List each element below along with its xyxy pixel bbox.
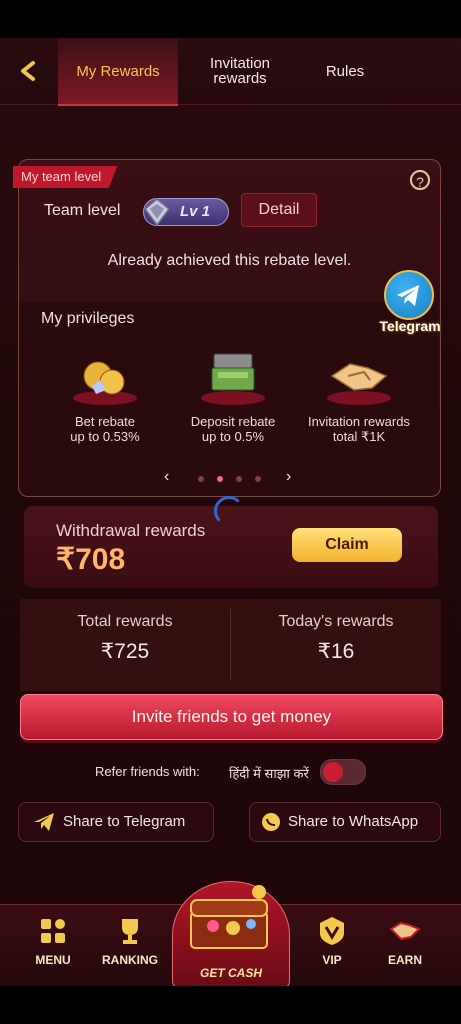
privilege-bet-rebate[interactable]: Bet rebate up to 0.53%: [43, 346, 167, 444]
back-arrow-icon[interactable]: [18, 60, 40, 82]
privileges-title: My privileges: [41, 310, 135, 327]
toggle-knob: [323, 762, 343, 782]
rewards-totals: Total rewards ₹725 Today's rewards ₹16: [20, 599, 441, 691]
vip-shield-icon: [316, 915, 348, 947]
nav-get-cash[interactable]: GET CASH: [172, 881, 290, 986]
level-text: Lv 1: [180, 203, 211, 220]
privilege-deposit-rebate[interactable]: Deposit rebate up to 0.5%: [171, 346, 295, 444]
invite-friends-button[interactable]: Invite friends to get money: [20, 694, 443, 740]
rebate-status-text: Already achieved this rebate level.: [107, 252, 352, 269]
privilege-label: Deposit rebate up to 0.5%: [190, 414, 276, 444]
coins-icon: [70, 346, 140, 408]
telegram-label: Telegram: [379, 318, 441, 334]
nav-menu-label: MENU: [35, 953, 71, 967]
diamond-badge-icon: [143, 198, 171, 227]
chevron-left-icon[interactable]: ‹: [164, 468, 169, 486]
tab-my-rewards[interactable]: My Rewards: [58, 38, 178, 106]
hindi-share-label: हिंदी में साझा करें: [229, 766, 309, 781]
withdrawal-label[interactable]: Withdrawal rewards: [56, 521, 205, 541]
todays-rewards-value: ₹16: [317, 640, 355, 663]
nav-ranking[interactable]: RANKING: [95, 915, 165, 967]
grid-menu-icon: [37, 915, 69, 947]
hindi-share-toggle[interactable]: [320, 759, 366, 785]
telegram-icon: [384, 270, 434, 320]
paper-plane-icon: [34, 813, 54, 831]
share-whatsapp-label: Share to WhatsApp: [288, 813, 419, 830]
help-icon[interactable]: ?: [410, 170, 430, 190]
chevron-right-icon[interactable]: ›: [286, 468, 291, 486]
carousel-dot[interactable]: [198, 476, 204, 482]
carousel-dot-active[interactable]: [217, 476, 223, 482]
top-header: My Rewards Invitation rewards Rules: [0, 38, 461, 106]
nav-menu[interactable]: MENU: [18, 915, 88, 967]
tab-rules[interactable]: Rules: [300, 38, 390, 104]
whatsapp-icon: [262, 813, 280, 831]
rewards-screen: My Rewards Invitation rewards Rules My t…: [0, 38, 461, 986]
carousel-dot[interactable]: [255, 476, 261, 482]
loading-spinner-icon: [214, 496, 244, 526]
privilege-label: Bet rebate up to 0.53%: [70, 414, 140, 444]
todays-rewards-label: Today's rewards: [278, 613, 394, 630]
handshake-icon: [389, 915, 421, 947]
trophy-icon: [114, 915, 146, 947]
detail-button[interactable]: Detail: [241, 193, 317, 227]
treasure-chest-icon: [190, 885, 268, 949]
total-rewards-value: ₹725: [100, 640, 150, 663]
share-telegram-label: Share to Telegram: [63, 813, 186, 830]
telegram-floating-button[interactable]: Telegram: [372, 270, 448, 340]
withdrawal-amount: ₹708: [56, 543, 126, 576]
claim-button[interactable]: Claim: [292, 528, 402, 562]
share-telegram-button[interactable]: Share to Telegram: [18, 802, 214, 842]
carousel-dot[interactable]: [236, 476, 242, 482]
share-whatsapp-button[interactable]: Share to WhatsApp: [249, 802, 441, 842]
nav-ranking-label: RANKING: [102, 953, 158, 967]
total-rewards-block[interactable]: Total rewards ₹725: [20, 599, 230, 691]
tab-invitation-rewards[interactable]: Invitation rewards: [190, 38, 290, 104]
team-level-ribbon: My team level: [13, 166, 118, 188]
level-badge: Lv 1: [143, 198, 229, 227]
nav-vip-label: VIP: [322, 953, 342, 967]
privileges-carousel: ‹ ›: [164, 468, 294, 486]
nav-earn-label: EARN: [387, 953, 422, 967]
privilege-label: Invitation rewards total ₹1K: [308, 414, 410, 444]
cash-chest-icon: [198, 346, 268, 408]
nav-get-cash-label: GET CASH: [199, 966, 262, 980]
privilege-invitation-rewards[interactable]: Invitation rewards total ₹1K: [297, 346, 421, 444]
team-level-label: Team level: [44, 202, 121, 219]
handshake-icon: [324, 346, 394, 408]
nav-earn[interactable]: EARN: [370, 915, 440, 967]
nav-vip[interactable]: VIP: [297, 915, 367, 967]
todays-rewards-block[interactable]: Today's rewards ₹16: [231, 599, 441, 691]
bottom-navigation: MENU RANKING GET CASH VIP EARN: [0, 881, 461, 986]
refer-label: Refer friends with:: [95, 764, 200, 779]
total-rewards-label: Total rewards: [77, 613, 173, 630]
